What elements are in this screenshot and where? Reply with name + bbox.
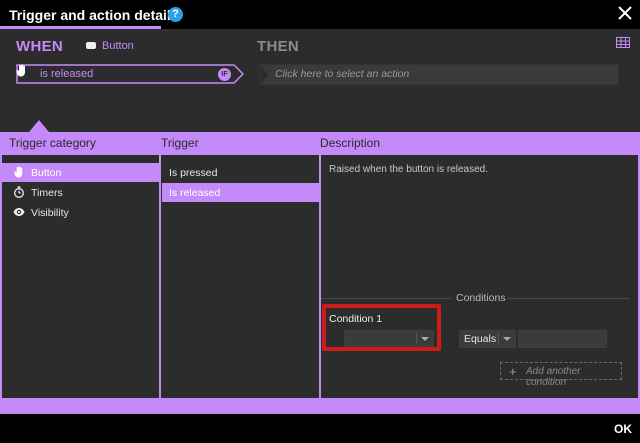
trigger-pill[interactable]: is released IF xyxy=(16,64,244,84)
action-pill-notch xyxy=(260,65,268,85)
trigger-action-dialog: Trigger and action details ? WHEN Button… xyxy=(0,0,640,443)
dropdown-value: Equals xyxy=(464,333,497,345)
category-label: Visibility xyxy=(31,207,69,219)
stopwatch-icon xyxy=(14,186,24,198)
condition-operator-dropdown[interactable]: Equals xyxy=(459,330,516,348)
then-label: THEN xyxy=(257,38,300,55)
help-icon[interactable]: ? xyxy=(168,7,183,22)
add-condition-button[interactable]: + Add another condition xyxy=(500,362,622,388)
action-placeholder: Click here to select an action xyxy=(275,68,410,80)
category-item-visibility[interactable]: Visibility xyxy=(2,203,159,222)
category-item-button[interactable]: Button xyxy=(2,163,159,182)
trigger-item-is-released[interactable]: Is released xyxy=(162,183,319,202)
trigger-label: Is released xyxy=(169,187,221,199)
category-label: Timers xyxy=(31,187,63,199)
trigger-text: is released xyxy=(40,68,94,80)
column-divider xyxy=(159,155,161,398)
when-pointer xyxy=(29,120,49,132)
select-action-field[interactable]: Click here to select an action xyxy=(259,64,619,85)
when-object-label: Button xyxy=(102,40,134,52)
footer: OK xyxy=(0,414,640,443)
hand-icon xyxy=(14,166,23,178)
if-badge: IF xyxy=(218,68,231,81)
add-condition-label: Add another condition xyxy=(526,366,581,388)
when-label: WHEN xyxy=(16,38,64,55)
highlight-box xyxy=(322,304,441,351)
plus-icon: + xyxy=(509,364,517,379)
divider xyxy=(321,298,451,299)
header-trigger: Trigger xyxy=(161,136,199,150)
hand-icon xyxy=(16,64,25,77)
button-object-icon xyxy=(86,42,96,49)
trigger-label: Is pressed xyxy=(169,167,218,179)
trigger-item-is-pressed[interactable]: Is pressed xyxy=(162,163,319,182)
column-headers: Trigger category Trigger Description xyxy=(0,132,640,155)
eye-icon xyxy=(13,208,25,216)
trigger-description: Raised when the button is released. xyxy=(329,164,488,175)
chevron-down-icon xyxy=(503,337,511,341)
column-divider xyxy=(319,155,321,398)
category-item-timers[interactable]: Timers xyxy=(2,183,159,202)
divider xyxy=(508,298,630,299)
conditions-title: Conditions xyxy=(456,292,506,304)
header-description: Description xyxy=(320,136,381,150)
trigger-action-summary: WHEN Button THEN is released IF Click he… xyxy=(0,29,640,132)
table-icon[interactable] xyxy=(616,37,630,48)
bottom-band xyxy=(0,398,640,414)
dropdown-separator xyxy=(498,333,499,345)
close-icon[interactable] xyxy=(617,5,633,21)
condition-value-field[interactable] xyxy=(518,330,607,348)
header-trigger-category: Trigger category xyxy=(9,136,96,150)
dialog-title: Trigger and action details xyxy=(9,7,179,23)
title-bar: Trigger and action details ? xyxy=(0,0,640,29)
category-label: Button xyxy=(31,167,62,179)
ok-button[interactable]: OK xyxy=(614,422,632,436)
